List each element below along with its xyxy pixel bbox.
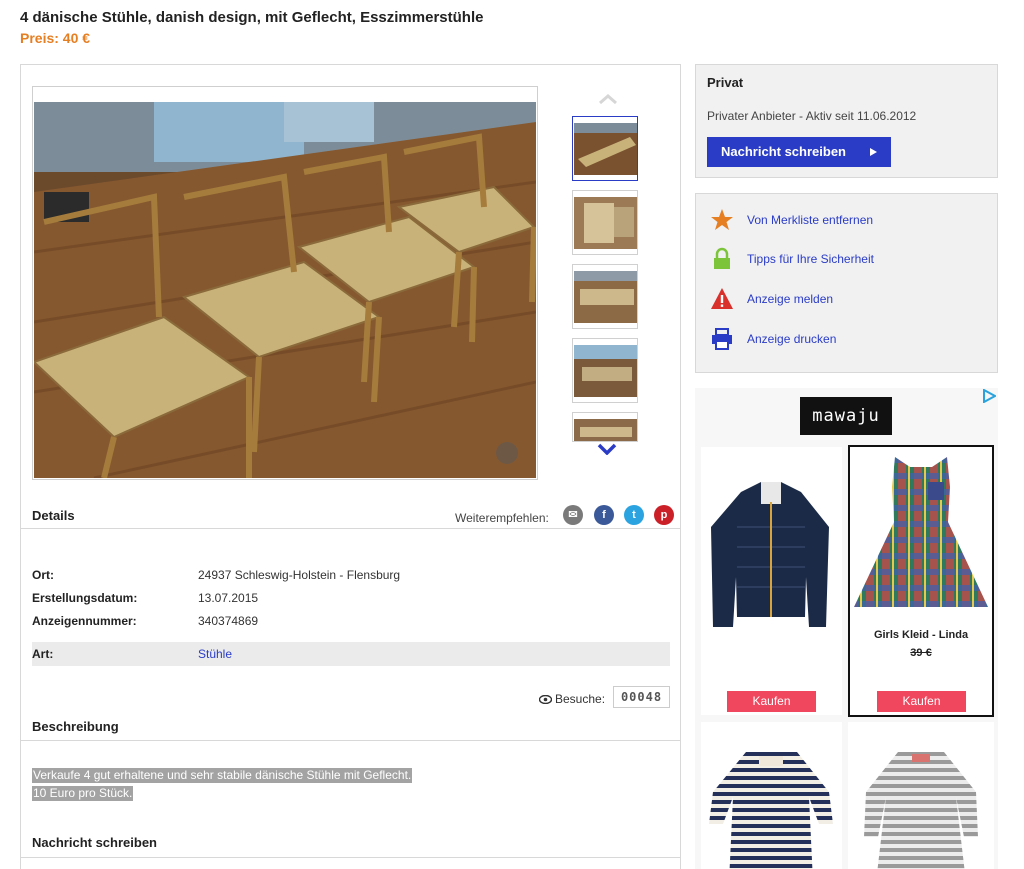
share-label: Weiterempfehlen: — [455, 511, 549, 525]
play-arrow-icon — [870, 148, 877, 156]
detail-label: Anzeigennummer: — [32, 614, 137, 628]
visits-label: Besuche: — [538, 692, 605, 706]
detail-value: 340374869 — [198, 614, 259, 628]
category-link[interactable]: Stühle — [198, 647, 232, 661]
main-photo[interactable] — [34, 102, 536, 478]
eye-icon — [538, 694, 553, 705]
detail-row-ad-number: Anzeigennummer: 340374869 — [21, 609, 680, 633]
gallery-thumbnail[interactable] — [572, 116, 638, 181]
advertisement: mawaju Kaufen Girls Kleid - Linda 39 € K… — [695, 388, 998, 869]
listing-title: 4 dänische Stühle, danish design, mit Ge… — [20, 9, 484, 26]
ad-product-card[interactable] — [701, 722, 842, 869]
visits-counter: 00048 — [613, 686, 670, 708]
gallery-down-arrow-icon[interactable] — [597, 443, 617, 458]
plaid-dress-image — [854, 457, 988, 607]
details-heading: Details — [32, 508, 75, 523]
gallery-thumbnail[interactable] — [572, 338, 638, 403]
detail-value: 24937 Schleswig-Holstein - Flensburg — [198, 568, 401, 582]
seller-box: Privat Privater Anbieter - Aktiv seit 11… — [695, 64, 998, 178]
buy-button[interactable]: Kaufen — [727, 691, 816, 712]
ad-brand-logo[interactable]: mawaju — [800, 397, 892, 435]
description-line: 10 Euro pro Stück. — [32, 786, 134, 801]
ad-product-price: 39 € — [910, 647, 932, 659]
details-header: Details Weiterempfehlen: ✉ f t p — [21, 495, 680, 529]
description-line: Verkaufe 4 gut erhaltene und sehr stabil… — [32, 768, 413, 783]
zoom-icon[interactable] — [496, 442, 518, 464]
message-section-heading: Nachricht schreiben — [32, 835, 157, 850]
lock-icon — [714, 247, 730, 269]
listing-price: Preis: 40 € — [20, 30, 91, 46]
gallery-thumbnail[interactable] — [572, 412, 638, 442]
striped-dress-image — [709, 752, 833, 869]
gallery-thumbnail[interactable] — [572, 264, 638, 329]
printer-icon — [712, 328, 732, 350]
buy-button[interactable]: Kaufen — [877, 691, 966, 712]
detail-label: Art: — [32, 647, 54, 661]
detail-row-category: Art: Stühle — [32, 642, 670, 666]
detail-label: Ort: — [32, 568, 54, 582]
seller-type: Privat — [707, 75, 744, 90]
ad-product-name: Girls Kleid - Linda — [873, 629, 969, 641]
pinterest-icon[interactable]: p — [654, 505, 674, 525]
jacket-image — [711, 482, 829, 627]
star-icon — [711, 209, 733, 230]
ad-product-card[interactable]: Girls Kleid - Linda 39 € Kaufen — [848, 445, 994, 717]
twitter-icon[interactable]: t — [624, 505, 644, 525]
seller-since: Privater Anbieter - Aktiv seit 11.06.201… — [707, 109, 917, 123]
detail-value: 13.07.2015 — [198, 591, 259, 605]
facebook-icon[interactable]: f — [594, 505, 614, 525]
chairs-photo — [34, 102, 536, 478]
gallery-up-arrow-icon[interactable] — [599, 89, 617, 107]
detail-row-created: Erstellungsdatum: 13.07.2015 — [21, 586, 680, 610]
ad-product-card[interactable]: Kaufen — [701, 447, 842, 715]
listing-main-panel: Details Weiterempfehlen: ✉ f t p Ort: 24… — [20, 64, 681, 869]
grey-striped-dress-image — [864, 752, 978, 869]
gallery-thumbnail[interactable] — [572, 190, 638, 255]
image-gallery — [32, 86, 538, 480]
send-message-button[interactable]: Nachricht schreiben — [707, 137, 891, 167]
adchoices-icon[interactable] — [982, 389, 996, 403]
description-heading: Beschreibung — [32, 719, 119, 734]
email-icon[interactable]: ✉ — [563, 505, 583, 525]
ad-product-card[interactable] — [848, 722, 994, 869]
detail-label: Erstellungsdatum: — [32, 591, 138, 605]
description-header: Beschreibung — [21, 710, 680, 741]
warning-icon — [711, 288, 733, 309]
message-section-header: Nachricht schreiben — [21, 827, 680, 858]
actions-box: Von Merkliste entfernen Tipps für Ihre S… — [695, 193, 998, 373]
detail-row-location: Ort: 24937 Schleswig-Holstein - Flensbur… — [21, 563, 680, 587]
